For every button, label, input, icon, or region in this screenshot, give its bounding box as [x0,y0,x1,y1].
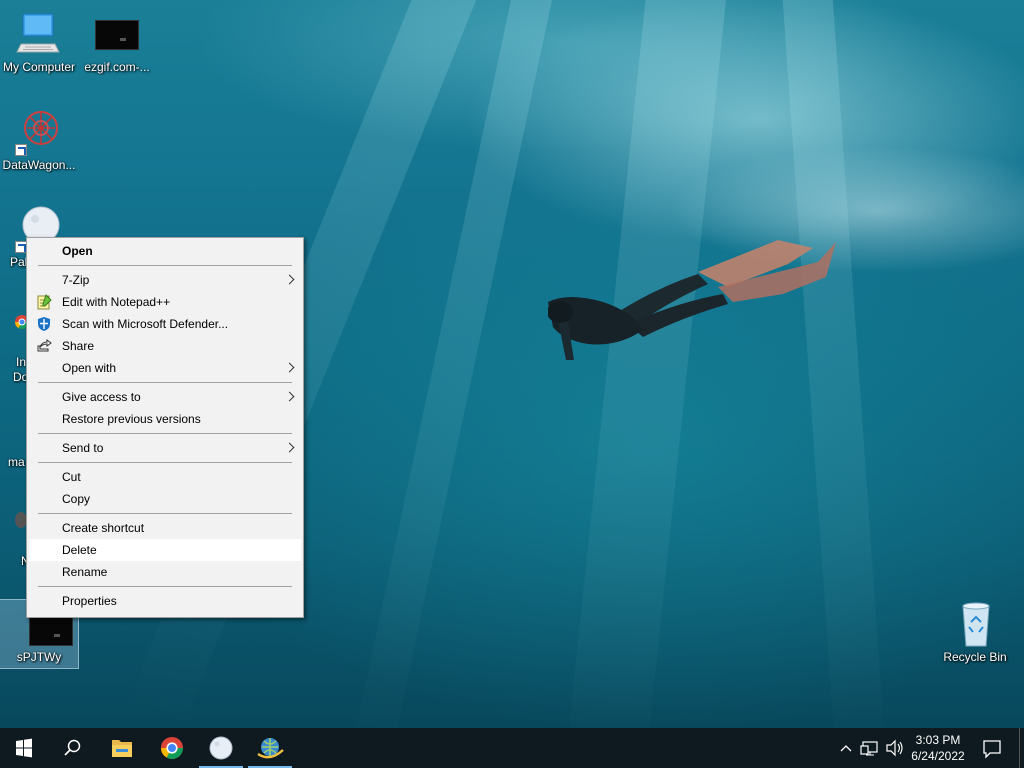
network-tool-icon [257,738,284,759]
menu-item-label: Create shortcut [62,521,145,535]
start-icon [16,738,32,758]
menu-item-delete[interactable]: Delete [29,539,301,561]
shortcut-arrow-icon [15,144,27,156]
notepad-plus-icon [37,294,52,310]
start-button[interactable] [0,728,48,768]
menu-item-restore-versions[interactable]: Restore previous versions [29,408,301,430]
menu-item-cut[interactable]: Cut [29,466,301,488]
menu-item-label: Send to [62,441,104,455]
menu-item-label: Give access to [62,390,141,404]
search-button[interactable] [48,728,96,768]
desktop-icon-recycle-bin[interactable]: Recycle Bin [936,600,1014,665]
menu-item-send-to[interactable]: Send to [29,437,301,459]
share-icon [37,339,52,352]
network-icon[interactable] [860,728,882,768]
notification-icon [983,740,1001,759]
file-explorer-icon [112,740,132,757]
menu-item-label: Open [62,244,93,258]
desktop-icon-label: In [16,355,27,369]
submenu-arrow-icon [284,442,295,453]
menu-separator [29,379,301,386]
freediver-image [548,240,836,360]
datawagon-icon [15,108,63,156]
action-center-button[interactable] [976,728,1008,768]
submenu-arrow-icon [284,274,295,285]
desktop-icon-label: DataWagon... [2,158,76,172]
menu-item-give-access[interactable]: Give access to [29,386,301,408]
file-explorer-button[interactable] [98,728,146,768]
menu-item-label: Properties [62,594,117,608]
menu-item-open[interactable]: Open [29,240,301,262]
pale-moon-taskbar-button[interactable] [197,728,245,768]
desktop-icon-label: sPJTWy [16,650,62,664]
desktop-icon-my-computer[interactable]: My Computer [0,10,78,75]
menu-item-label: Open with [62,361,117,375]
desktop-icon-label: ezgif.com-... [84,60,150,74]
defender-shield-icon [38,317,50,331]
menu-item-label: 7-Zip [62,273,90,287]
chrome-button[interactable] [148,728,196,768]
clock-time: 3:03 PM [915,733,961,747]
show-desktop-button[interactable] [1019,728,1024,768]
clock-date: 6/24/2022 [911,749,965,763]
desktop-icon-label: My Computer [2,60,76,74]
menu-item-label: Scan with Microsoft Defender... [62,317,229,331]
menu-item-label: Cut [62,470,81,484]
menu-separator [29,430,301,437]
search-icon [64,739,81,756]
computer-icon [15,10,63,58]
chevron-up-icon[interactable] [836,728,856,768]
menu-item-label: Edit with Notepad++ [62,295,171,309]
clock[interactable]: 3:03 PM 6/24/2022 [905,732,971,764]
menu-item-share[interactable]: Share [29,335,301,357]
menu-item-rename[interactable]: Rename [29,561,301,583]
menu-item-scan-defender[interactable]: Scan with Microsoft Defender... [29,313,301,335]
recycle-bin-icon [951,600,999,648]
context-menu: Open 7-Zip Edit with Notepad++ Scan with… [26,237,304,618]
menu-item-label: Delete [62,543,97,557]
menu-item-edit-notepad-plus[interactable]: Edit with Notepad++ [29,291,301,313]
submenu-arrow-icon [284,362,295,373]
menu-separator [29,262,301,269]
menu-item-properties[interactable]: Properties [29,590,301,612]
menu-separator [29,510,301,517]
desktop-icon-datawagon[interactable]: DataWagon... [0,108,78,173]
menu-item-copy[interactable]: Copy [29,488,301,510]
menu-item-label: Copy [62,492,91,506]
volume-icon[interactable] [884,728,906,768]
desktop-icon-label: Recycle Bin [943,650,1007,664]
menu-item-label: Share [62,339,95,353]
pale-moon-icon [209,736,233,760]
system-tray [836,728,906,768]
menu-item-7zip[interactable]: 7-Zip [29,269,301,291]
menu-item-label: Rename [62,565,108,579]
image-thumbnail-icon [93,10,141,58]
desktop-icon-ezgif[interactable]: ezgif.com-... [78,10,156,75]
menu-separator [29,459,301,466]
menu-item-open-with[interactable]: Open with [29,357,301,379]
submenu-arrow-icon [284,391,295,402]
menu-item-create-shortcut[interactable]: Create shortcut [29,517,301,539]
chrome-icon [161,737,183,759]
menu-separator [29,583,301,590]
menu-item-label: Restore previous versions [62,412,201,426]
network-tool-taskbar-button[interactable] [246,728,294,768]
desktop-icon-label: ma [8,455,25,469]
taskbar: 3:03 PM 6/24/2022 [0,728,1024,768]
